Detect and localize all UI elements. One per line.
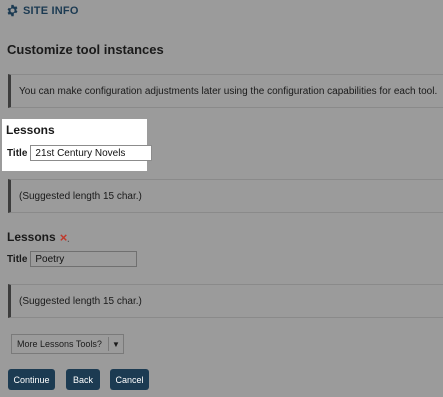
page-title: Customize tool instances — [7, 42, 164, 57]
title-label: Title — [7, 147, 28, 159]
intro-note: You can make configuration adjustments l… — [8, 74, 443, 108]
tool-heading-text: Lessons — [7, 230, 56, 244]
tool-heading-text: Lessons — [6, 123, 55, 137]
continue-button[interactable]: Continue — [8, 369, 55, 390]
title-input-lessons-2[interactable] — [30, 251, 138, 267]
title-field-row-1: Title — [7, 145, 153, 161]
cancel-button[interactable]: Cancel — [110, 369, 149, 390]
tool-heading-lessons-1: Lessons — [6, 123, 55, 137]
title-input-lessons-1[interactable] — [30, 145, 153, 161]
more-lessons-tools-select[interactable]: More Lessons Tools? ▼ — [11, 334, 124, 354]
tool-heading-lessons-2: Lessons ×. — [7, 230, 70, 244]
gear-icon — [7, 4, 18, 17]
title-field-row-2: Title — [7, 251, 138, 267]
chevron-down-icon: ▼ — [112, 339, 120, 349]
site-info-header: SITE INFO — [6, 4, 79, 17]
back-button[interactable]: Back — [66, 369, 100, 390]
suggested-length-note-1: (Suggested length 15 char.) — [8, 179, 443, 213]
suggested-length-text: (Suggested length 15 char.) — [19, 190, 142, 202]
intro-note-text: You can make configuration adjustments l… — [19, 85, 438, 97]
suggested-length-text: (Suggested length 15 char.) — [19, 295, 142, 307]
more-tools-label: More Lessons Tools? — [17, 339, 102, 349]
suggested-length-note-2: (Suggested length 15 char.) — [8, 284, 443, 318]
title-label: Title — [7, 253, 28, 265]
remove-tool-icon[interactable]: ×. — [60, 231, 70, 244]
header-title: SITE INFO — [23, 4, 79, 17]
